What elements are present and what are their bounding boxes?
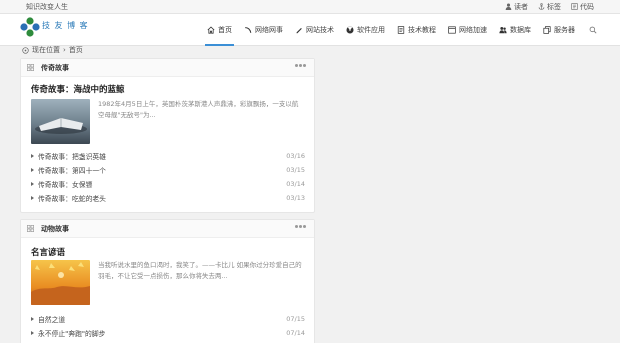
post-title[interactable]: 传奇故事：把盏识英雄 <box>38 151 106 161</box>
nav-item-network[interactable]: 网络网事 <box>238 14 289 45</box>
post-date: 03/13 <box>286 194 305 202</box>
nav-item-label: 服务器 <box>554 25 575 34</box>
grid-icon <box>27 64 34 71</box>
list-item[interactable]: 传奇故事：把盏识英雄 03/16 <box>31 149 305 163</box>
featured-excerpt: 1982年4月5日上午，英国朴茨茅斯港人声鼎沸，彩旗飘扬，一支以航空母舰"无敌号… <box>98 100 299 119</box>
caret-right-icon <box>31 331 34 335</box>
nav-item-label: 首页 <box>218 25 232 34</box>
featured-thumbnail[interactable] <box>31 99 90 144</box>
main-nav: 技 友 博 客 首页 网络网事 网站技术 软件应用 技术教程 网络加速 数据库 … <box>0 14 620 46</box>
caret-right-icon <box>31 168 34 172</box>
nav-item-accelerate[interactable]: 网络加速 <box>442 14 493 45</box>
featured-excerpt: 当我听说水里的鱼口渴时，我笑了。——卡比儿 如果你过分珍爱自己的羽毛，不让它受一… <box>98 261 302 280</box>
list-item[interactable]: 永不停止"奔跑"的脚步 07/14 <box>31 326 305 340</box>
caret-right-icon <box>31 154 34 158</box>
post-date: 03/16 <box>286 152 305 160</box>
site-logo[interactable]: 技 友 博 客 <box>20 17 89 37</box>
window-icon <box>448 25 456 34</box>
top-link-code[interactable]: 代码 <box>571 2 594 12</box>
home-icon <box>207 25 215 34</box>
nav-item-server[interactable]: 服务器 <box>537 14 581 45</box>
featured-post-title[interactable]: 传奇故事：海战中的蓝鲸 <box>31 83 125 95</box>
nav-menu: 首页 网络网事 网站技术 软件应用 技术教程 网络加速 数据库 服务器 <box>201 14 600 46</box>
post-date: 07/15 <box>286 315 305 323</box>
logo-text: 技 友 博 客 <box>42 20 89 30</box>
list-item[interactable]: 传奇故事：第四十一个 03/15 <box>31 163 305 177</box>
breadcrumb-prefix: 现在位置 <box>32 46 60 54</box>
section-header: 传奇故事 <box>21 59 314 77</box>
post-title[interactable]: 自然之道 <box>38 314 65 324</box>
list-item[interactable]: 传奇故事：女保镖 03/14 <box>31 177 305 191</box>
search-button[interactable] <box>581 14 600 45</box>
nav-item-label: 数据库 <box>510 25 531 34</box>
copy-icon <box>543 25 551 34</box>
leaf-icon <box>245 26 252 33</box>
top-link-label: 标签 <box>547 2 561 11</box>
post-title[interactable]: 传奇故事：吃蛇的老头 <box>38 193 106 203</box>
site-motto: 知识改变人生 <box>26 2 68 11</box>
code-icon <box>571 3 578 10</box>
top-link-label: 代码 <box>580 2 594 11</box>
post-title[interactable]: 传奇故事：第四十一个 <box>38 165 106 175</box>
logo-icon <box>20 17 40 37</box>
nav-item-software[interactable]: 软件应用 <box>340 14 391 45</box>
top-bar: 知识改变人生 读者 标签 代码 <box>0 0 620 14</box>
post-list: 传奇故事：把盏识英雄 03/16 传奇故事：第四十一个 03/15 传奇故事：女保镖… <box>31 149 305 205</box>
section-title: 传奇故事 <box>41 63 69 72</box>
nav-item-label: 网络加速 <box>459 25 487 34</box>
caret-right-icon <box>31 196 34 200</box>
nav-item-label: 网络网事 <box>255 25 283 34</box>
post-title[interactable]: 传奇故事：女保镖 <box>38 179 92 189</box>
post-date: 07/14 <box>286 329 305 337</box>
grid-icon <box>27 225 34 232</box>
nav-item-web-tech[interactable]: 网站技术 <box>289 14 340 45</box>
anchor-icon <box>538 3 545 10</box>
list-item[interactable]: 传奇故事：吃蛇的老头 03/13 <box>31 191 305 205</box>
caret-right-icon <box>31 182 34 186</box>
post-date: 03/14 <box>286 180 305 188</box>
nav-item-label: 软件应用 <box>357 25 385 34</box>
section-card: 动物故事 名言谚语 当我听说水里的鱼口渴时，我笑了。——卡比儿 如果你过分珍爱自… <box>20 219 315 343</box>
people-icon <box>499 26 507 33</box>
list-item[interactable]: 自然之道 07/15 <box>31 312 305 326</box>
document-icon <box>397 25 405 34</box>
nav-item-label: 网站技术 <box>306 25 334 34</box>
top-links: 读者 标签 代码 <box>505 2 594 12</box>
search-icon <box>589 26 597 34</box>
section-header: 动物故事 <box>21 220 314 238</box>
person-icon <box>505 3 512 10</box>
nav-item-database[interactable]: 数据库 <box>493 14 537 45</box>
breadcrumb: 现在位置 › 首页 <box>22 45 83 55</box>
caret-right-icon <box>31 317 34 321</box>
nav-item-home[interactable]: 首页 <box>201 14 238 46</box>
top-link-label: 读者 <box>514 2 528 11</box>
featured-thumbnail[interactable] <box>31 260 90 305</box>
section-title: 动物故事 <box>41 224 69 233</box>
top-link-readers[interactable]: 读者 <box>505 2 528 12</box>
pen-icon <box>296 27 302 33</box>
location-icon <box>22 46 29 54</box>
breadcrumb-separator: › <box>63 46 66 54</box>
section-card: 传奇故事 传奇故事：海战中的蓝鲸 1982年4月5日上午，英国朴茨茅斯港人声鼎沸… <box>20 58 315 213</box>
post-date: 03/15 <box>286 166 305 174</box>
breadcrumb-current[interactable]: 首页 <box>69 45 83 55</box>
top-link-tags[interactable]: 标签 <box>538 2 561 12</box>
more-icon[interactable] <box>295 64 306 67</box>
more-icon[interactable] <box>295 225 306 228</box>
featured-post-title[interactable]: 名言谚语 <box>31 246 65 258</box>
nav-item-tutorial[interactable]: 技术教程 <box>391 14 442 45</box>
nav-item-label: 技术教程 <box>408 25 436 34</box>
post-list: 自然之道 07/15 永不停止"奔跑"的脚步 07/14 <box>31 312 305 340</box>
radiation-icon <box>346 25 354 34</box>
post-title[interactable]: 永不停止"奔跑"的脚步 <box>38 328 105 338</box>
